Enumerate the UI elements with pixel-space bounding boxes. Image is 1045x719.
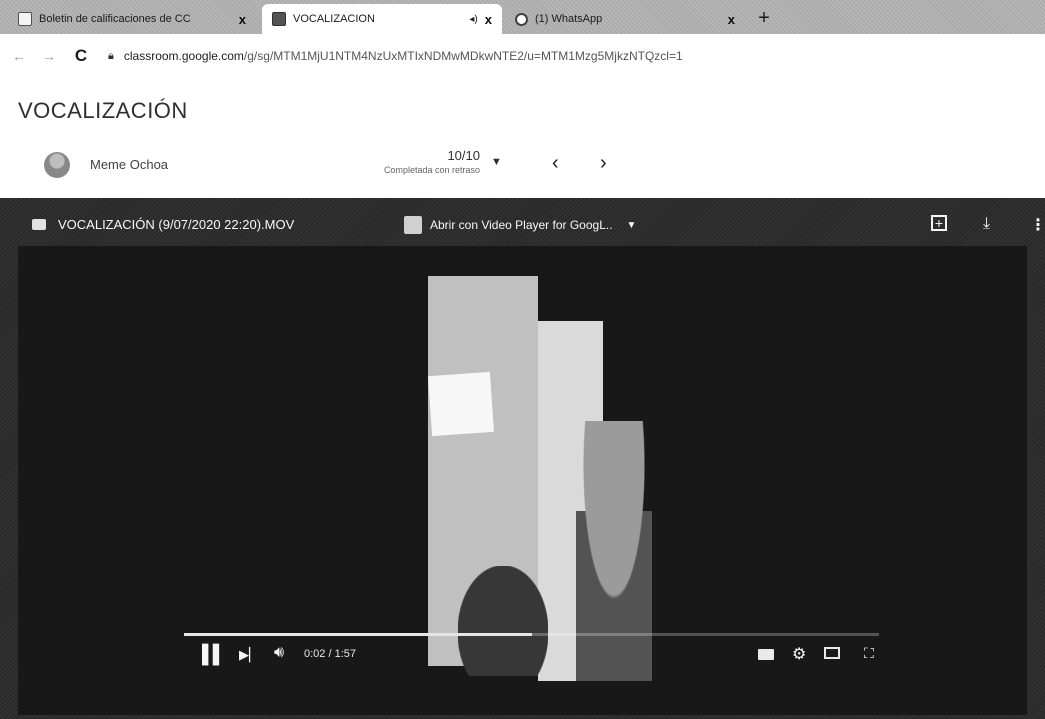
fullscreen-icon[interactable]: ⛶ <box>864 645 874 662</box>
new-tab-button[interactable]: + <box>752 6 776 30</box>
video-file-icon <box>32 219 46 230</box>
lock-icon[interactable]: 🔒︎ <box>108 50 114 63</box>
browser-tab-strip: Boletin de calificaciones de CC x VOCALI… <box>0 0 1045 34</box>
viewer-toolbar: VOCALIZACIÓN (9/07/2020 22:20).MOV Abrir… <box>0 198 1045 246</box>
time-display: 0:02 / 1:57 <box>304 648 356 660</box>
close-tab-icon[interactable]: x <box>485 12 492 27</box>
avatar <box>44 152 70 178</box>
previous-student-icon[interactable]: ‹ <box>552 152 559 175</box>
page-title: VOCALIZACIÓN <box>18 98 188 123</box>
video-frame-person <box>564 421 664 681</box>
tab-title: (1) WhatsApp <box>535 13 603 25</box>
tab-vocalizacion[interactable]: VOCALIZACION ◂) x <box>262 4 502 34</box>
video-controls: ▌▌ ▶▏ 🔊︎ 0:02 / 1:57 ⚙ ⛶ <box>184 644 884 670</box>
address-bar-row: ← → C 🔒︎ classroom.google.com/g/sg/MTM1M… <box>0 34 1045 78</box>
tab-title: VOCALIZACION <box>293 13 375 25</box>
grade-box[interactable]: 10/10 Completada con retraso <box>320 148 480 175</box>
url-field[interactable]: classroom.google.com/g/sg/MTM1MjU1NTM4Nz… <box>124 49 683 63</box>
forward-icon[interactable]: → <box>38 48 60 64</box>
close-tab-icon[interactable]: x <box>728 12 735 27</box>
tab-report-card[interactable]: Boletin de calificaciones de CC x <box>8 4 256 34</box>
download-icon[interactable]: ⤓ <box>983 215 990 233</box>
video-player[interactable]: ▌▌ ▶▏ 🔊︎ 0:02 / 1:57 ⚙ ⛶ <box>18 246 1027 715</box>
video-frame-board <box>427 371 495 437</box>
next-track-icon[interactable]: ▶▏ <box>239 647 259 663</box>
student-row: Meme Ochoa 10/10 Completada con retraso … <box>0 144 1045 188</box>
video-player-app-icon <box>404 216 422 234</box>
open-with-label: Abrir con Video Player for GoogL.. <box>430 218 613 232</box>
tab-title: Boletin de calificaciones de CC <box>39 13 191 25</box>
video-progress-bar[interactable] <box>184 633 879 636</box>
open-with-button[interactable]: Abrir con Video Player for GoogL.. ▼ <box>404 214 636 236</box>
next-student-icon[interactable]: › <box>600 152 607 175</box>
gear-icon[interactable]: ⚙ <box>792 644 806 664</box>
classroom-icon <box>272 12 286 26</box>
pause-icon[interactable]: ▌▌ <box>202 644 225 665</box>
student-dropdown-icon[interactable]: ▼ <box>491 156 502 168</box>
subtitles-icon[interactable] <box>758 649 774 660</box>
reload-icon[interactable]: C <box>70 46 92 66</box>
url-host: classroom.google.com <box>123 49 244 63</box>
tab-whatsapp[interactable]: (1) WhatsApp x <box>505 4 745 34</box>
chevron-down-icon[interactable]: ▼ <box>627 220 637 231</box>
student-name: Meme Ochoa <box>90 157 169 172</box>
add-to-drive-icon[interactable]: + <box>931 215 947 231</box>
close-tab-icon[interactable]: x <box>239 12 246 27</box>
more-options-icon[interactable]: ⋮ <box>1030 215 1045 235</box>
whatsapp-icon <box>515 12 528 26</box>
document-icon <box>18 12 32 26</box>
audio-playing-icon[interactable]: ◂) <box>469 14 477 25</box>
volume-icon[interactable]: 🔊︎ <box>274 644 284 662</box>
grade-value: 10/10 <box>447 148 480 163</box>
file-name: VOCALIZACIÓN (9/07/2020 22:20).MOV <box>58 217 295 232</box>
url-path: /g/sg/MTM1MjU1NTM4NzUxMTIxNDMwMDkwNTE2/u… <box>243 49 683 63</box>
video-progress-buffered <box>184 633 532 636</box>
back-icon[interactable]: ← <box>8 48 30 64</box>
miniplayer-icon[interactable] <box>824 647 840 659</box>
grade-status: Completada con retraso <box>383 165 480 175</box>
file-viewer: VOCALIZACIÓN (9/07/2020 22:20).MOV Abrir… <box>0 198 1045 719</box>
